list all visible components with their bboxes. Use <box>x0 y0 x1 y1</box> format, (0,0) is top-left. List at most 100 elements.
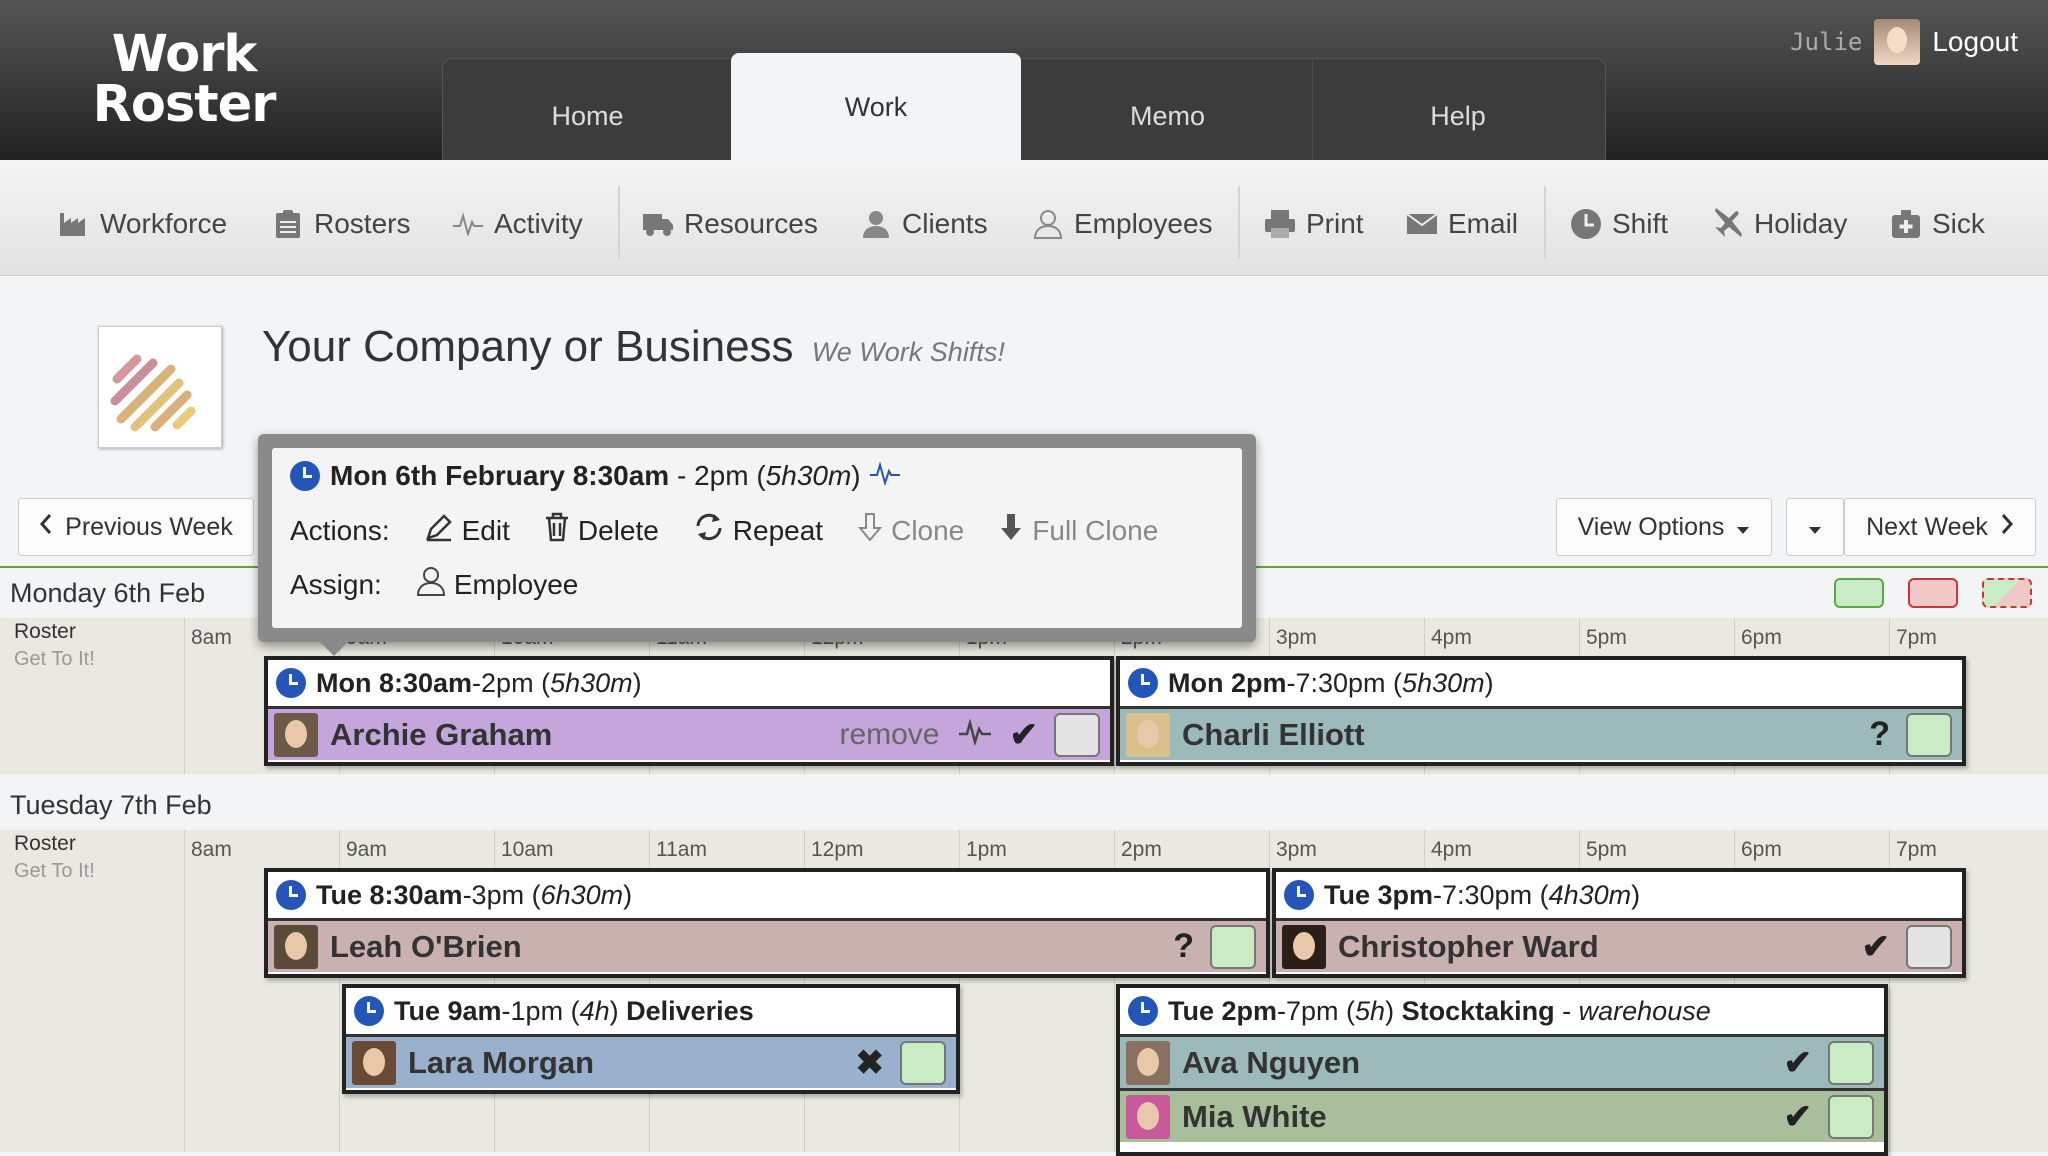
confirm-checkbox[interactable] <box>900 1040 946 1085</box>
company-name: Your Company or Business <box>262 322 794 371</box>
toolbar-clients[interactable]: Clients <box>860 202 988 246</box>
person-icon <box>1032 208 1064 240</box>
employee-name[interactable]: Leah O'Brien <box>330 929 1173 965</box>
row-subtitle: Get To It! <box>14 648 95 670</box>
toolbar-separator <box>618 186 620 258</box>
shift-header[interactable]: Mon 2pm -7:30pm (5h30m) <box>1120 660 1962 706</box>
shift-assignment[interactable]: Mia White ✔ <box>1120 1088 1884 1142</box>
edit-button[interactable]: Edit <box>424 512 510 549</box>
activity-icon[interactable] <box>869 460 901 492</box>
next-week-button[interactable]: Next Week <box>1844 498 2036 556</box>
toolbar-activity[interactable]: Activity <box>452 202 583 246</box>
shift-header[interactable]: Tue 3pm -7:30pm (4h30m) <box>1276 872 1962 918</box>
toolbar-holiday[interactable]: Holiday <box>1712 202 1847 246</box>
assign-employee-button[interactable]: Employee <box>416 566 578 603</box>
legend-declined[interactable] <box>1908 578 1958 608</box>
user-avatar[interactable] <box>1874 19 1921 65</box>
toolbar-print[interactable]: Print <box>1264 202 1364 246</box>
remove-link[interactable]: remove <box>839 718 939 752</box>
shift-card[interactable]: Mon 8:30am -2pm (5h30m) Archie Graham rem… <box>264 656 1114 766</box>
toolbar-label: Rosters <box>314 208 411 239</box>
app-logo[interactable]: Work Roster <box>84 29 284 134</box>
tab-home[interactable]: Home <box>443 59 733 161</box>
shift-assignment[interactable]: Lara Morgan ✖ <box>346 1034 956 1088</box>
logout-link[interactable]: Logout <box>1932 26 2018 58</box>
legend-mixed[interactable] <box>1982 578 2032 608</box>
shift-end: -3pm ( <box>462 879 541 910</box>
shift-header[interactable]: Tue 2pm -7pm (5h) Stocktaking - warehouse <box>1120 988 1884 1034</box>
status-check[interactable]: ✔ <box>1862 927 1891 967</box>
shift-assignment[interactable]: Leah O'Brien ? <box>268 918 1266 972</box>
shift-resource: Deliveries <box>626 995 754 1026</box>
shift-card[interactable]: Tue 8:30am -3pm (6h30m) Leah O'Brien ? <box>264 868 1270 978</box>
shift-assignment[interactable]: Ava Nguyen ✔ <box>1120 1034 1884 1088</box>
confirm-checkbox[interactable] <box>1828 1094 1874 1139</box>
confirm-checkbox[interactable] <box>1906 712 1952 757</box>
assign-label: Assign: <box>290 568 382 600</box>
clock-icon <box>1128 996 1158 1026</box>
shift-start: Tue 8:30am <box>316 879 463 910</box>
shift-card[interactable]: Tue 9am -1pm (4h) Deliveries Lara Morgan … <box>342 984 960 1094</box>
shift-card[interactable]: Tue 3pm -7:30pm (4h30m) Christopher Ward … <box>1272 868 1966 978</box>
tab-help[interactable]: Help <box>1313 59 1603 161</box>
confirm-checkbox[interactable] <box>1828 1040 1874 1085</box>
shift-assignment[interactable]: Archie Graham remove ✔ <box>268 706 1110 760</box>
confirm-checkbox[interactable] <box>1210 924 1256 969</box>
shift-header[interactable]: Tue 9am -1pm (4h) Deliveries <box>346 988 956 1034</box>
employee-name[interactable]: Archie Graham <box>330 717 839 753</box>
shift-start: Mon 8:30am <box>316 667 473 698</box>
shift-duration: 4h30m <box>1548 879 1632 910</box>
employee-name[interactable]: Ava Nguyen <box>1182 1045 1784 1081</box>
shift-popup-body: Mon 6th February 8:30am - 2pm (5h30m) Ac… <box>272 448 1242 628</box>
shift-start: Tue 9am <box>394 995 502 1026</box>
status-check[interactable]: ✔ <box>1010 715 1039 755</box>
legend-confirmed[interactable] <box>1834 578 1884 608</box>
clone-button[interactable]: Clone <box>857 512 964 549</box>
tab-memo[interactable]: Memo <box>1023 59 1313 161</box>
employee-name[interactable]: Charli Elliott <box>1182 717 1869 753</box>
toolbar-workforce[interactable]: Workforce <box>58 202 227 246</box>
chevron-left-icon <box>39 513 53 542</box>
toolbar-email[interactable]: Email <box>1406 202 1518 246</box>
popup-date: Mon 6th February 8:30am <box>330 460 670 491</box>
status-check[interactable]: ✔ <box>1784 1043 1813 1083</box>
shift-assignment[interactable]: Christopher Ward ✔ <box>1276 918 1962 972</box>
pulse-icon[interactable] <box>958 718 992 750</box>
shift-duration: 5h <box>1355 995 1386 1026</box>
more-options-dropdown[interactable] <box>1786 498 1844 556</box>
repeat-button[interactable]: Repeat <box>693 512 823 549</box>
shift-card[interactable]: Tue 2pm -7pm (5h) Stocktaking - warehouse… <box>1116 984 1888 1156</box>
clock-icon <box>276 668 306 698</box>
toolbar-employees[interactable]: Employees <box>1032 202 1213 246</box>
toolbar-sick[interactable]: Sick <box>1890 202 1985 246</box>
toolbar-shift[interactable]: Shift <box>1570 202 1668 246</box>
status-unknown[interactable]: ? <box>1173 927 1194 966</box>
shift-header[interactable]: Tue 8:30am -3pm (6h30m) <box>268 872 1266 918</box>
confirm-checkbox[interactable] <box>1906 924 1952 969</box>
clock-icon <box>1570 208 1602 240</box>
employee-name[interactable]: Lara Morgan <box>408 1045 856 1081</box>
employee-name[interactable]: Mia White <box>1182 1099 1784 1135</box>
employee-name[interactable]: Christopher Ward <box>1338 929 1862 965</box>
delete-button[interactable]: Delete <box>544 512 659 549</box>
view-options-button[interactable]: View Options <box>1556 498 1772 556</box>
toolbar-resources[interactable]: Resources <box>642 202 818 246</box>
toolbar-label: Holiday <box>1754 208 1848 239</box>
row-subtitle: Get To It! <box>14 860 95 882</box>
full-clone-button[interactable]: Full Clone <box>998 512 1158 549</box>
confirm-checkbox[interactable] <box>1054 712 1100 757</box>
company-logo[interactable] <box>98 326 222 448</box>
shift-header[interactable]: Mon 8:30am -2pm (5h30m) <box>268 660 1110 706</box>
logo-line-2: Roster <box>92 75 277 134</box>
status-declined[interactable]: ✖ <box>856 1043 885 1083</box>
printer-icon <box>1264 208 1296 240</box>
shift-assignment[interactable]: Charli Elliott ? <box>1120 706 1962 760</box>
shift-card[interactable]: Mon 2pm -7:30pm (5h30m) Charli Elliott ? <box>1116 656 1966 766</box>
tab-work[interactable]: Work <box>731 53 1021 161</box>
status-unknown[interactable]: ? <box>1869 715 1890 754</box>
previous-week-button[interactable]: Previous Week <box>18 498 254 556</box>
shift-resource: Stocktaking <box>1401 995 1555 1026</box>
clock-icon <box>354 996 384 1026</box>
status-check[interactable]: ✔ <box>1784 1097 1813 1137</box>
toolbar-rosters[interactable]: Rosters <box>272 202 410 246</box>
